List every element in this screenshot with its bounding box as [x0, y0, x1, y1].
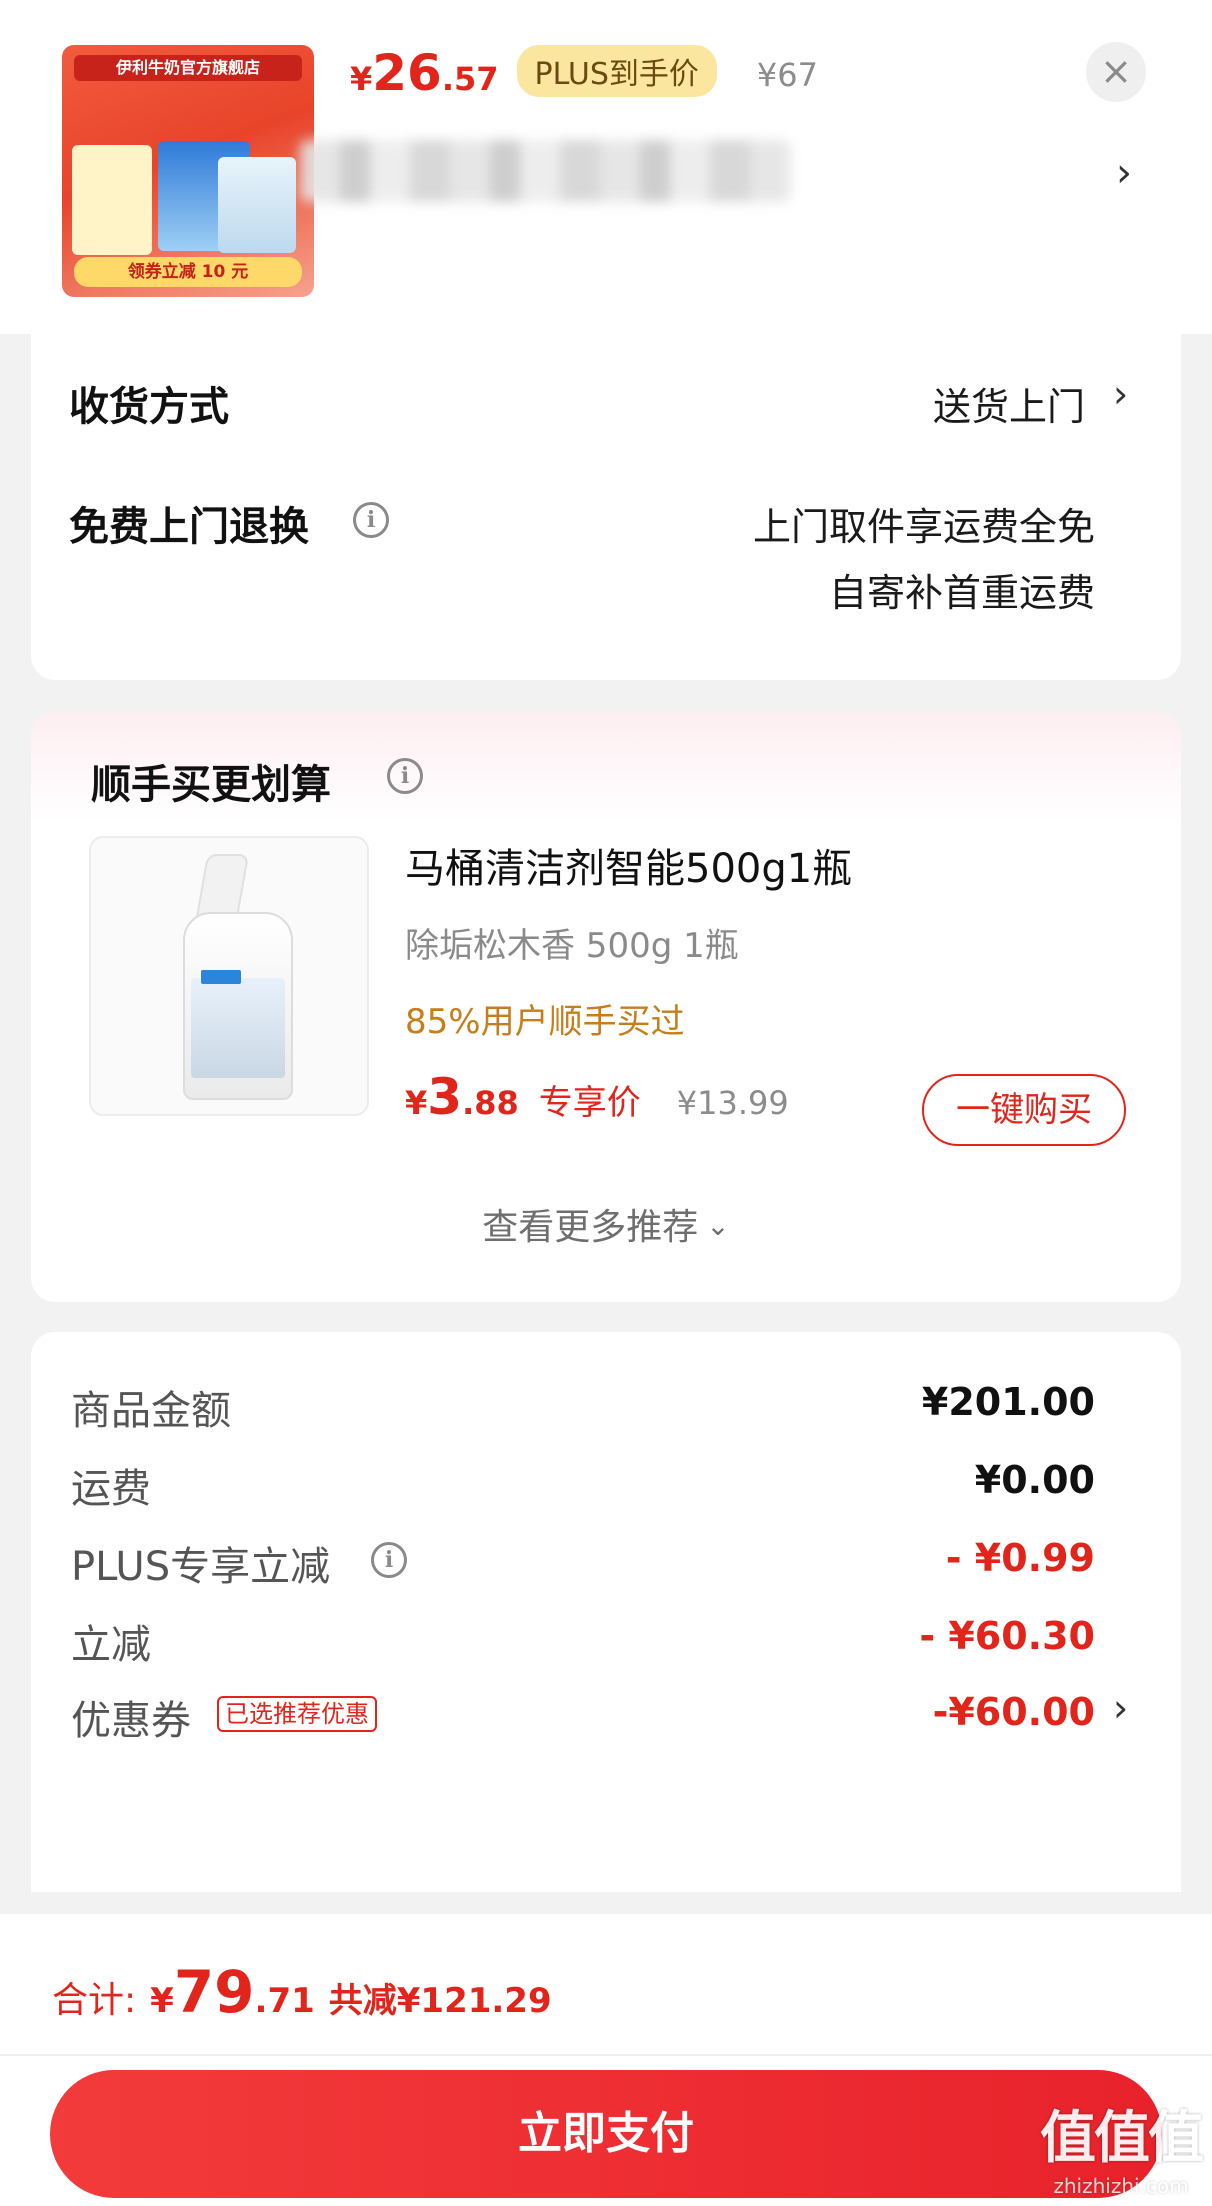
exclusive-price-label: 专享价: [538, 1083, 641, 1123]
product-title-blurred[interactable]: [300, 140, 790, 202]
order-summary-card: 商品金额 ¥201.00 运费 ¥0.00 PLUS专享立减 i - ¥0.99…: [31, 1332, 1181, 1892]
chevron-down-icon: ⌄: [706, 1209, 730, 1242]
original-price: ¥67: [756, 56, 818, 94]
summary-value-discount: - ¥60.30: [919, 1614, 1095, 1658]
plus-price-tag: PLUS到手价: [516, 45, 717, 97]
checkout-bar: 合计: ¥79.71 共减¥121.29 立即支付 值值值 zhizhizhi.…: [0, 1914, 1212, 2206]
info-icon[interactable]: i: [387, 758, 423, 794]
recommend-product-spec: 除垢松木香 500g 1瓶: [405, 926, 739, 966]
close-button[interactable]: ×: [1086, 42, 1146, 102]
recommend-title: 顺手买更划算: [91, 762, 331, 808]
info-icon[interactable]: i: [353, 502, 389, 538]
recommend-price: ¥3.88: [405, 1068, 519, 1126]
price-currency: ¥: [150, 1981, 174, 2021]
price-decimal: .88: [462, 1084, 519, 1122]
price-currency: ¥: [350, 60, 373, 98]
price-integer: 26: [372, 44, 442, 102]
pay-now-button[interactable]: 立即支付: [50, 2070, 1162, 2198]
price-currency: ¥: [405, 1084, 428, 1122]
info-icon[interactable]: i: [371, 1542, 407, 1578]
summary-label-goods: 商品金额: [71, 1388, 231, 1434]
bottle-label: [191, 978, 285, 1078]
delivery-method-label: 收货方式: [69, 384, 229, 430]
thumbnail-milk-box-secondary: [218, 157, 296, 253]
price-integer: 79: [173, 1958, 255, 2026]
thumbnail-promo-tags: [72, 145, 152, 255]
delivery-card: 收货方式 送货上门 › 免费上门退换 i 上门取件享运费全免 自寄补首重运费: [31, 334, 1181, 680]
summary-label-coupon: 优惠券: [71, 1698, 191, 1744]
recommend-bought-stat: 85%用户顺手买过: [405, 1002, 685, 1042]
free-return-line2: 自寄补首重运费: [828, 571, 1095, 615]
summary-value-shipping: ¥0.00: [974, 1458, 1095, 1502]
product-header: 伊利牛奶官方旗舰店 领券立减 10 元 ¥26.57 PLUS到手价 ¥67 ×…: [0, 0, 1212, 334]
product-thumbnail[interactable]: 伊利牛奶官方旗舰店 领券立减 10 元: [62, 45, 314, 297]
summary-value-plus: - ¥0.99: [945, 1536, 1095, 1580]
summary-value-coupon[interactable]: -¥60.00: [933, 1690, 1095, 1734]
chevron-right-icon[interactable]: ›: [1113, 372, 1128, 416]
thumbnail-coupon-banner: 领券立减 10 元: [74, 257, 302, 287]
watermark-url: zhizhizhi.com: [1053, 2174, 1189, 2198]
close-icon: ×: [1100, 49, 1132, 93]
product-price: ¥26.57: [350, 44, 499, 102]
more-recommendations-label: 查看更多推荐: [482, 1207, 699, 1248]
free-return-label: 免费上门退换: [69, 504, 309, 550]
price-integer: 3: [427, 1068, 463, 1126]
recommend-card: 顺手买更划算 i 马桶清洁剂智能500g1瓶 除垢松木香 500g 1瓶 85%…: [31, 712, 1181, 1302]
total-line: 合计: ¥79.71 共减¥121.29: [52, 1958, 552, 2026]
total-price: ¥79.71: [150, 1958, 315, 2026]
recommend-original-price: ¥13.99: [676, 1084, 789, 1122]
site-watermark: 值值值 zhizhizhi.com: [1040, 2093, 1204, 2198]
divider: [0, 2054, 1212, 2056]
chevron-right-icon[interactable]: ›: [1116, 150, 1132, 196]
thumbnail-store-name: 伊利牛奶官方旗舰店: [74, 55, 302, 81]
product-price-line: ¥26.57 PLUS到手价 ¥67: [350, 44, 818, 108]
recommend-product-image[interactable]: [89, 836, 369, 1116]
chevron-right-icon[interactable]: ›: [1113, 1686, 1128, 1730]
one-click-buy-button[interactable]: 一键购买: [922, 1074, 1126, 1146]
watermark-logo: 值值值: [1040, 2106, 1204, 2171]
summary-label-plus: PLUS专享立减: [71, 1544, 331, 1590]
recommend-price-line: ¥3.88 专享价 ¥13.99: [405, 1068, 789, 1126]
summary-value-goods: ¥201.00: [921, 1380, 1095, 1424]
total-discount: 共减¥121.29: [328, 1981, 552, 2021]
coupon-recommended-badge: 已选推荐优惠: [217, 1696, 377, 1732]
summary-label-shipping: 运费: [71, 1466, 151, 1512]
price-decimal: .71: [254, 1981, 315, 2021]
bottle-tag: [201, 970, 241, 984]
total-label: 合计:: [52, 1980, 137, 2021]
recommend-product-name[interactable]: 马桶清洁剂智能500g1瓶: [405, 836, 852, 894]
price-decimal: .57: [441, 60, 499, 98]
free-return-line1: 上门取件享运费全免: [752, 505, 1095, 549]
summary-label-discount: 立减: [71, 1622, 151, 1668]
more-recommendations-link[interactable]: 查看更多推荐 ⌄: [31, 1198, 1181, 1250]
delivery-method-value[interactable]: 送货上门: [933, 376, 1085, 431]
